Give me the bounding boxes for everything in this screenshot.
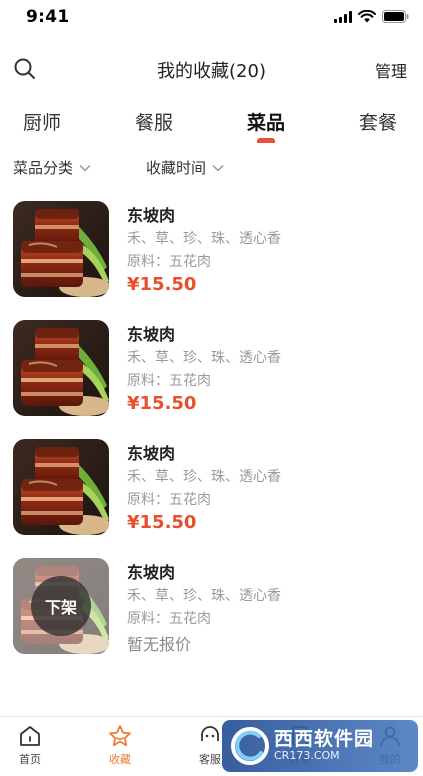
dish-tags: 禾、草、珍、珠、透心香 [127,231,281,247]
dish-image [13,439,109,535]
list-item[interactable]: 下架 东坡肉 禾、草、珍、珠、透心香 原料：五花肉 暂无报价 [0,553,423,661]
dish-name: 东坡肉 [127,563,176,582]
category-filter-label: 菜品分类 [13,159,74,177]
tab-chef[interactable]: 厨师 [2,108,82,135]
list-item[interactable]: 东坡肉 禾、草、珍、珠、透心香 原料：五花肉 ¥15.50 [0,315,423,423]
star-icon [109,725,131,747]
dish-price: ¥15.50 [127,512,197,533]
home-icon [20,726,40,746]
filter-bar: 菜品分类 收藏时间 [0,152,423,182]
tab-service[interactable]: 餐服 [114,108,194,135]
dish-name: 东坡肉 [127,444,176,463]
time-filter[interactable]: 收藏时间 [146,157,224,178]
status-icons [334,10,409,23]
tabbar-favorites[interactable]: 收藏 [90,723,150,767]
service-icon [201,726,219,741]
status-bar: 9:41 [0,0,423,36]
nav-bar: 我的收藏(20) 管理 [0,46,423,90]
tab-indicator [257,138,275,143]
dish-ingredient: 原料：五花肉 [127,254,211,270]
watermark-sub-text: CR173.COM [274,749,340,763]
watermark-logo-icon [231,727,269,765]
dish-ingredient: 原料：五花肉 [127,492,211,508]
tabbar-home[interactable]: 首页 [0,723,60,767]
watermark-main-text: 西西软件园 [274,728,375,751]
dish-price: ¥15.50 [127,393,197,414]
time-filter-label: 收藏时间 [146,159,207,177]
offshelf-badge: 下架 [31,576,91,636]
tabbar-home-label: 首页 [19,753,41,766]
signal-icon [334,10,352,23]
tabbar-favorites-label: 收藏 [109,753,131,766]
status-time: 9:41 [26,7,70,27]
chevron-down-icon [79,164,91,172]
tab-dishes[interactable]: 菜品 [226,108,306,135]
dish-ingredient: 原料：五花肉 [127,373,211,389]
dish-image [13,201,109,297]
list-item[interactable]: 东坡肉 禾、草、珍、珠、透心香 原料：五花肉 ¥15.50 [0,434,423,542]
manage-button[interactable]: 管理 [375,58,407,82]
category-tabs: 厨师 餐服 菜品 套餐 [0,104,423,144]
dish-image [13,320,109,416]
dish-tags: 禾、草、珍、珠、透心香 [127,469,281,485]
dish-price: ¥15.50 [127,274,197,295]
list-item[interactable]: 东坡肉 禾、草、珍、珠、透心香 原料：五花肉 ¥15.50 [0,196,423,304]
dish-tags: 禾、草、珍、珠、透心香 [127,350,281,366]
page-title: 我的收藏(20) [157,61,266,82]
dish-ingredient: 原料：五花肉 [127,611,211,627]
no-price-label: 暂无报价 [127,635,192,654]
dish-image: 下架 [13,558,109,654]
dish-tags: 禾、草、珍、珠、透心香 [127,588,281,604]
tab-set-meal[interactable]: 套餐 [338,108,418,135]
dish-name: 东坡肉 [127,206,176,225]
watermark: 西西软件园 CR173.COM [222,720,418,772]
wifi-icon [358,10,376,23]
dish-name: 东坡肉 [127,325,176,344]
battery-icon [382,10,409,23]
category-filter[interactable]: 菜品分类 [13,157,91,178]
chevron-down-icon [212,164,224,172]
